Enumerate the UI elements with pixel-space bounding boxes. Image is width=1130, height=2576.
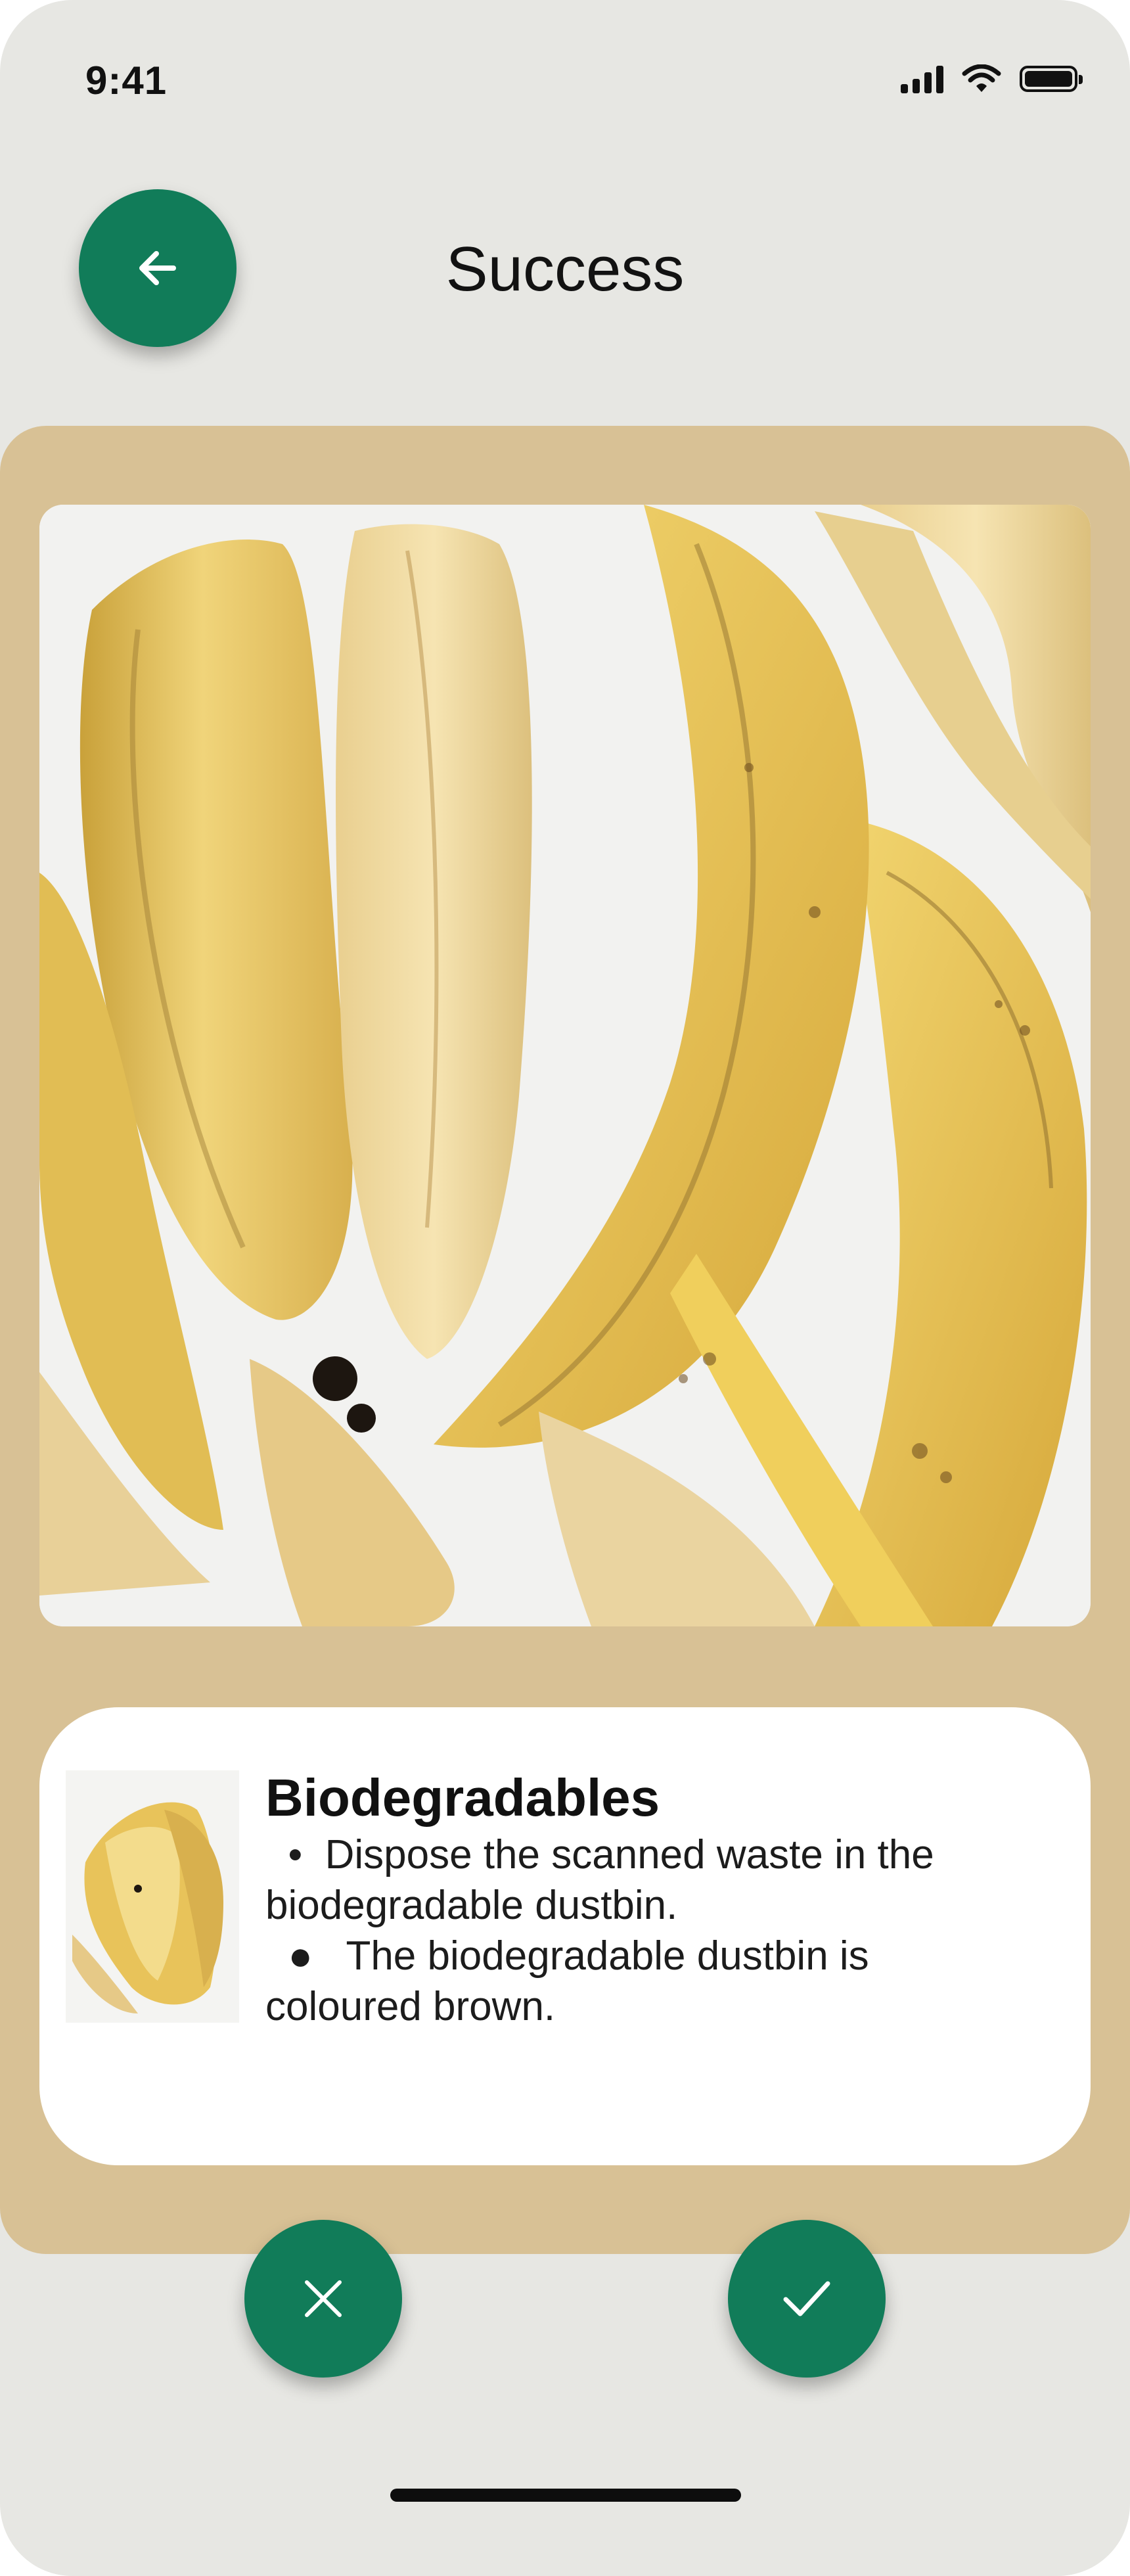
status-icons	[901, 64, 1083, 93]
battery-icon	[1020, 66, 1083, 92]
result-category: Biodegradables	[265, 1768, 660, 1827]
confirm-button[interactable]	[728, 2220, 886, 2378]
signal-icon	[901, 64, 943, 93]
wifi-icon	[962, 64, 1001, 92]
check-icon	[783, 2281, 830, 2316]
close-icon	[305, 2280, 342, 2317]
instruction-line: biodegradable dustbin.	[265, 1883, 678, 1928]
instruction-line: coloured brown.	[265, 1984, 556, 2029]
result-thumbnail	[66, 1770, 239, 2023]
phone-screen: 9:41 Success Biodegradables • Dispose th…	[0, 0, 1130, 2576]
cancel-button[interactable]	[244, 2220, 402, 2378]
page-title: Success	[445, 234, 685, 304]
scanned-image	[39, 505, 1091, 1626]
banana-peels-photo	[39, 505, 1091, 1626]
status-time: 9:41	[85, 58, 168, 103]
instruction-line: ● The biodegradable dustbin is	[265, 1933, 869, 1979]
result-card: Biodegradables • Dispose the scanned was…	[39, 1707, 1091, 2165]
banana-peels-thumbnail	[66, 1770, 239, 2023]
result-text: Biodegradables • Dispose the scanned was…	[265, 1766, 1047, 2032]
home-indicator	[390, 2489, 741, 2502]
instruction-line: • Dispose the scanned waste in the	[265, 1832, 934, 1877]
